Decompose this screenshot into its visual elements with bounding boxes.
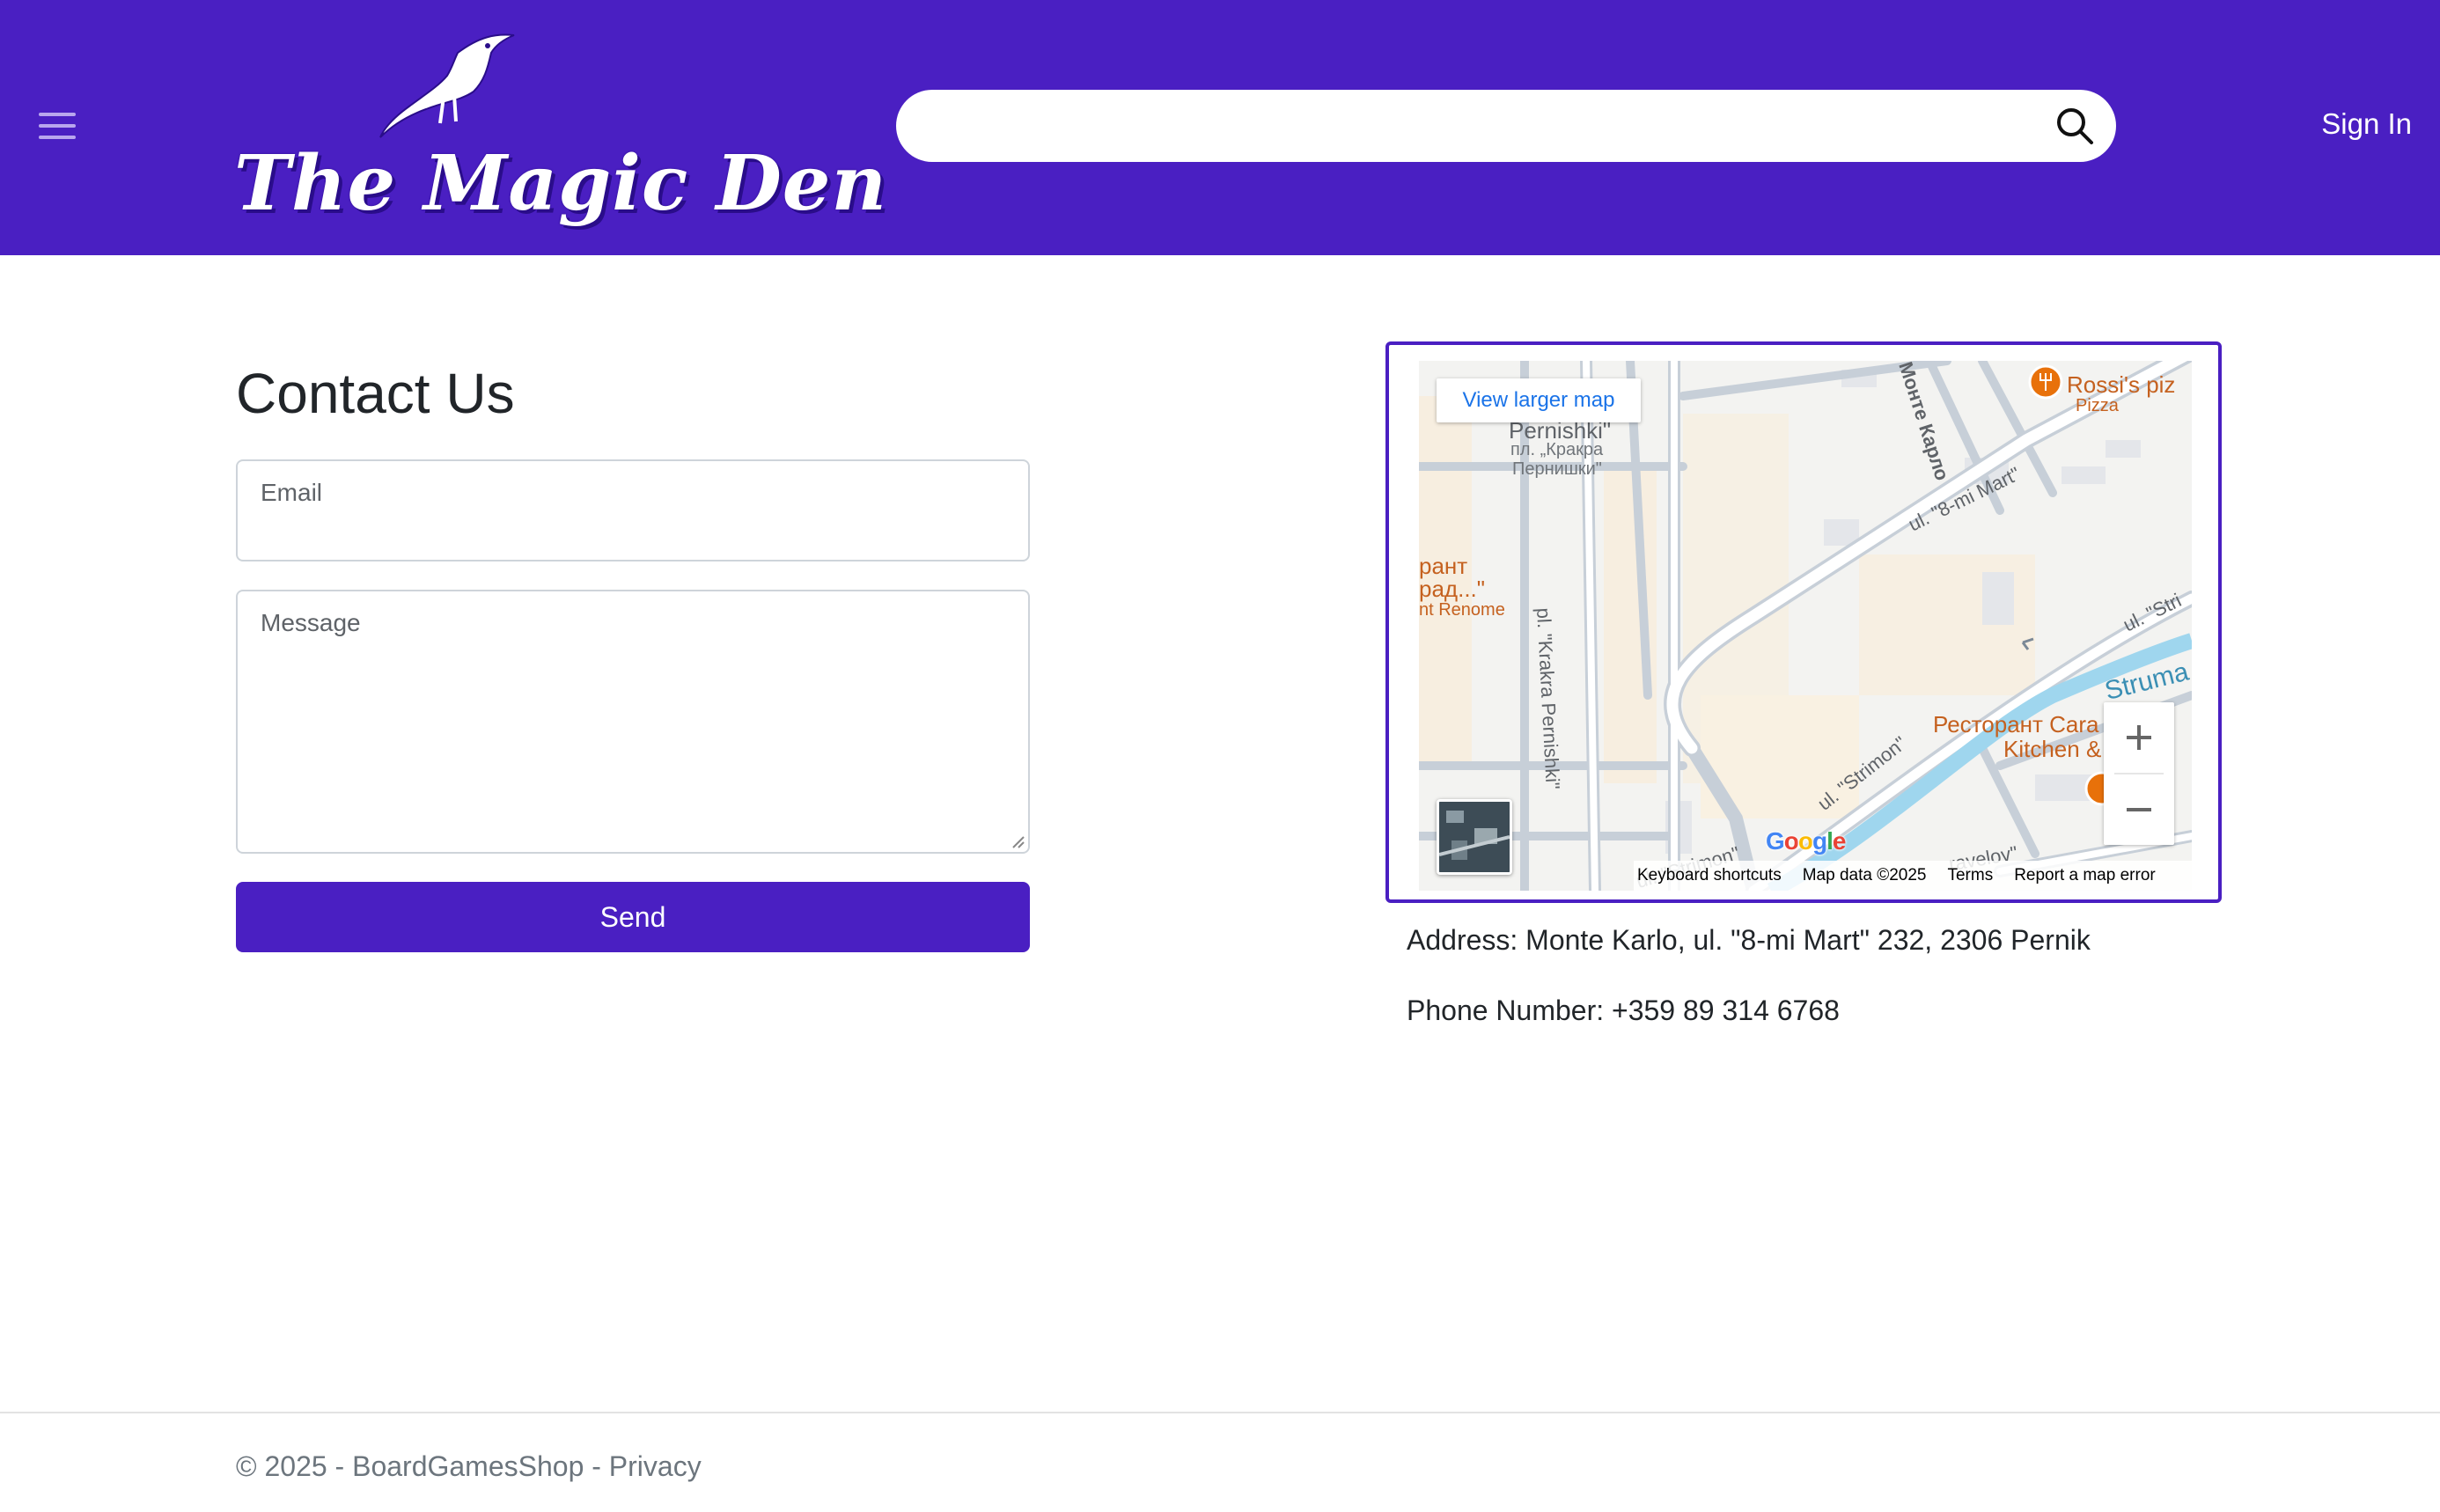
privacy-link[interactable]: Privacy bbox=[609, 1450, 702, 1482]
map-footer: Keyboard shortcuts Map data ©2025 Terms … bbox=[1634, 861, 2192, 891]
footer-divider bbox=[0, 1412, 2440, 1413]
satellite-view-toggle[interactable] bbox=[1437, 799, 1512, 875]
map-label: Rossi's piz bbox=[2067, 371, 2176, 398]
report-map-error-link[interactable]: Report a map error bbox=[2014, 866, 2156, 885]
message-field[interactable]: Message bbox=[236, 590, 1030, 854]
zoom-controls bbox=[2104, 702, 2174, 845]
resize-grip-icon[interactable] bbox=[1011, 834, 1025, 848]
map-label: Ресторант Cara bbox=[1933, 711, 2099, 738]
plus-icon bbox=[2127, 725, 2151, 750]
message-input[interactable] bbox=[259, 644, 1007, 840]
minus-icon bbox=[2127, 808, 2151, 811]
google-logo: Google bbox=[1766, 827, 1846, 855]
email-input[interactable] bbox=[259, 514, 1007, 547]
phone-text: Phone Number: +359 89 314 6768 bbox=[1407, 995, 1840, 1026]
email-field[interactable]: Email bbox=[236, 459, 1030, 561]
hamburger-menu-icon[interactable] bbox=[39, 111, 76, 141]
page-title: Contact Us bbox=[236, 362, 515, 425]
logo-text: The Magic Den bbox=[234, 139, 888, 228]
map-data-text: Map data ©2025 bbox=[1802, 866, 1927, 884]
message-label: Message bbox=[261, 609, 361, 636]
site-logo[interactable]: The Magic Den bbox=[231, 26, 886, 228]
map-label: рад..." bbox=[1419, 576, 1485, 602]
search-input[interactable] bbox=[921, 99, 2016, 155]
copyright-text: © 2025 - BoardGamesShop - bbox=[236, 1450, 609, 1482]
satellite-thumbnail-icon bbox=[1439, 802, 1510, 872]
email-label: Email bbox=[261, 479, 323, 506]
keyboard-shortcuts-link[interactable]: Keyboard shortcuts bbox=[1637, 866, 1782, 885]
send-button[interactable]: Send bbox=[236, 882, 1030, 952]
zoom-out-button[interactable] bbox=[2104, 774, 2174, 845]
site-footer: © 2025 - BoardGamesShop - Privacy bbox=[236, 1450, 702, 1483]
zoom-in-button[interactable] bbox=[2104, 702, 2174, 773]
site-header: The Magic Den Sign In bbox=[0, 0, 2440, 255]
map-label: Pizza bbox=[2076, 396, 2119, 415]
map-frame: Pernishki" пл. „Кракра Пернишки" рант ра… bbox=[1385, 341, 2222, 903]
search-icon[interactable] bbox=[2054, 106, 2095, 146]
terms-link[interactable]: Terms bbox=[1947, 866, 1993, 885]
map-label: Kitchen & bbox=[2003, 736, 2102, 762]
map-label: nt Renome bbox=[1419, 600, 1505, 620]
embedded-map[interactable]: Pernishki" пл. „Кракра Пернишки" рант ра… bbox=[1419, 361, 2192, 891]
map-label: Пернишки" bbox=[1512, 459, 1602, 479]
search-bar bbox=[896, 90, 2116, 162]
map-label: пл. „Кракра bbox=[1510, 440, 1604, 459]
view-larger-map-link[interactable]: View larger map bbox=[1437, 378, 1641, 422]
sign-in-link[interactable]: Sign In bbox=[2289, 107, 2412, 141]
address-text: Address: Monte Karlo, ul. "8-mi Mart" 23… bbox=[1407, 924, 2091, 956]
